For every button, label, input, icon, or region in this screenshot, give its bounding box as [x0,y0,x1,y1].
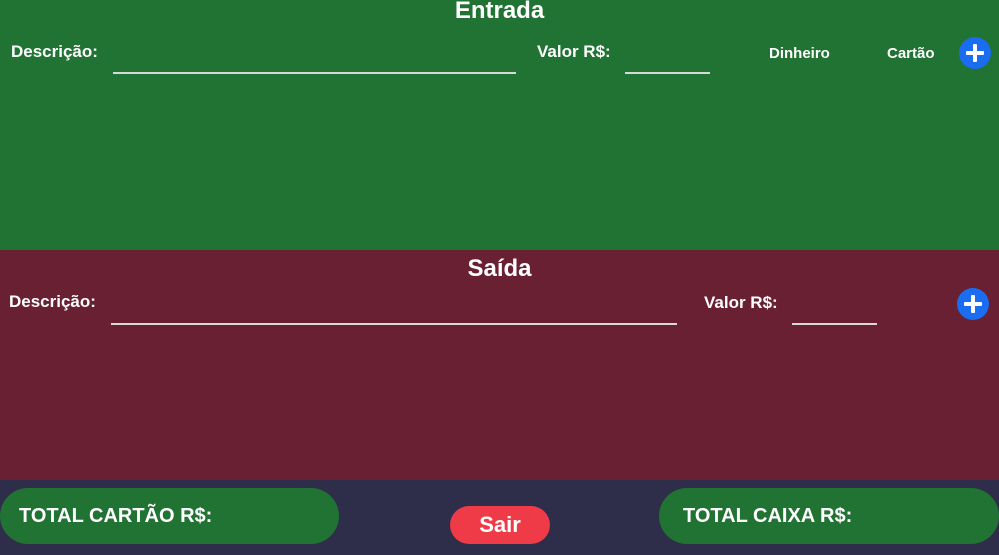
saida-description-input[interactable] [111,299,677,325]
saida-value-input[interactable] [792,299,877,325]
plus-icon [966,44,984,62]
entrada-description-input[interactable] [113,48,516,74]
payment-option-dinheiro[interactable]: Dinheiro [769,45,830,62]
plus-icon [964,295,982,313]
entrada-section: Entrada Descrição: Valor R$: Dinheiro Ca… [0,0,999,250]
entrada-value-label: Valor R$: [537,42,611,61]
saida-value-label: Valor R$: [704,293,778,312]
exit-button[interactable]: Sair [450,506,550,544]
saida-description-label: Descrição: [9,292,96,311]
saida-section: Saída Descrição: Valor R$: [0,250,999,480]
entrada-value-input[interactable] [625,48,710,74]
entrada-add-button[interactable] [959,37,991,69]
entrada-title: Entrada [454,0,545,24]
saida-add-button[interactable] [957,288,989,320]
total-cash-box: TOTAL CAIXA R$: [659,488,999,544]
total-card-box: TOTAL CARTÃO R$: [0,488,339,544]
payment-option-cartao[interactable]: Cartão [887,45,935,62]
total-card-label: TOTAL CARTÃO R$: [19,504,213,527]
saida-title: Saída [467,255,532,282]
entrada-description-label: Descrição: [11,42,98,61]
total-cash-label: TOTAL CAIXA R$: [683,504,853,527]
